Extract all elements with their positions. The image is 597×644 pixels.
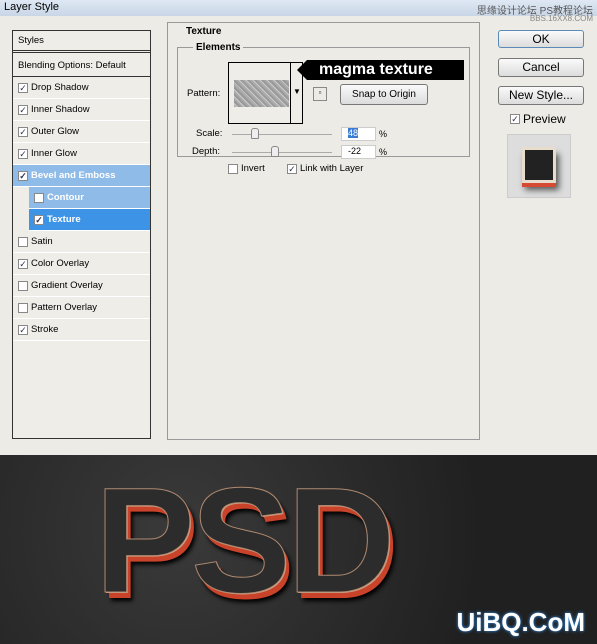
ok-button[interactable]: OK (498, 30, 584, 48)
style-item-inner-glow[interactable]: ✓ Inner Glow (13, 143, 150, 165)
style-item-label: Bevel and Emboss (31, 170, 116, 181)
style-item-label: Color Overlay (31, 258, 90, 269)
depth-slider-thumb[interactable] (271, 146, 279, 157)
style-item-pattern-overlay[interactable]: Pattern Overlay (13, 297, 150, 319)
pattern-label: Pattern: (187, 88, 221, 99)
style-item-label: Satin (31, 236, 53, 247)
artwork-preview: PSD UiBQ.CoM (0, 455, 597, 644)
checkbox[interactable] (34, 192, 44, 203)
style-item-label: Texture (47, 214, 81, 225)
style-item-inner-shadow[interactable]: ✓ Inner Shadow (13, 99, 150, 121)
checkbox[interactable] (228, 163, 238, 174)
pattern-picker[interactable]: ▼ (228, 62, 303, 124)
watermark-url: BBS.16XX8.COM (529, 14, 593, 23)
style-item-label: Stroke (31, 324, 59, 335)
callout-label: magma texture (297, 60, 464, 80)
styles-list: Styles Blending Options: Default ✓ Drop S… (12, 30, 151, 439)
style-preview (507, 134, 571, 198)
checkbox[interactable]: ✓ (18, 258, 28, 269)
style-item-drop-shadow[interactable]: ✓ Drop Shadow (13, 77, 150, 99)
link-with-layer-checkbox[interactable]: ✓ Link with Layer (287, 163, 363, 174)
checkbox[interactable] (18, 236, 28, 247)
checkbox[interactable]: ✓ (18, 126, 28, 137)
depth-slider[interactable] (232, 152, 332, 153)
style-item-label: Contour (47, 192, 84, 203)
styles-header[interactable]: Styles (13, 31, 150, 53)
scale-label: Scale: (196, 128, 223, 139)
style-item-contour[interactable]: Contour (29, 187, 150, 209)
elements-heading: Elements (193, 42, 244, 53)
depth-label: Depth: (192, 146, 220, 157)
style-item-bevel-and-emboss[interactable]: ✓ Bevel and Emboss (13, 165, 150, 187)
texture-heading: Texture (183, 26, 225, 37)
style-item-stroke[interactable]: ✓ Stroke (13, 319, 150, 341)
style-item-label: Outer Glow (31, 126, 80, 137)
style-item-outer-glow[interactable]: ✓ Outer Glow (13, 121, 150, 143)
new-style-button[interactable]: New Style... (498, 86, 584, 105)
depth-input[interactable]: -22 (341, 145, 376, 159)
style-item-satin[interactable]: Satin (13, 231, 150, 253)
style-item-label: Inner Shadow (31, 104, 90, 115)
pattern-swatch (234, 80, 289, 107)
scale-slider-thumb[interactable] (251, 128, 259, 139)
checkbox[interactable] (18, 280, 28, 291)
check-icon[interactable]: ✓ (287, 163, 297, 174)
check-icon[interactable]: ✓ (510, 114, 520, 124)
depth-unit: % (379, 147, 388, 157)
psd-text-art: PSD (94, 456, 395, 624)
style-item-color-overlay[interactable]: ✓ Color Overlay (13, 253, 150, 275)
checkbox[interactable]: ✓ (18, 148, 28, 159)
scale-slider[interactable] (232, 134, 332, 135)
checkbox[interactable]: ✓ (18, 104, 28, 115)
style-item-label: Drop Shadow (31, 82, 89, 93)
scale-unit: % (379, 129, 388, 139)
checkbox[interactable]: ✓ (34, 214, 44, 225)
window-title: Layer Style (4, 1, 60, 13)
checkbox[interactable]: ✓ (18, 324, 28, 335)
style-item-texture[interactable]: ✓ Texture (29, 209, 150, 231)
blending-options[interactable]: Blending Options: Default (13, 55, 150, 77)
style-item-label: Pattern Overlay (31, 302, 97, 313)
scale-input[interactable]: 48 (341, 127, 376, 141)
checkbox[interactable] (18, 302, 28, 313)
site-watermark: UiBQ.CoM (456, 607, 585, 637)
cancel-button[interactable]: Cancel (498, 58, 584, 77)
checkbox[interactable]: ✓ (18, 170, 28, 181)
style-item-label: Inner Glow (31, 148, 77, 159)
preview-checkbox[interactable]: ✓ Preview (510, 112, 566, 126)
dropdown-arrow-icon[interactable]: ▼ (293, 87, 301, 96)
checkbox[interactable]: ✓ (18, 82, 28, 93)
new-preset-icon[interactable]: ▫ (313, 87, 327, 101)
snap-to-origin-button[interactable]: Snap to Origin (340, 84, 428, 105)
invert-checkbox[interactable]: Invert (228, 163, 265, 174)
style-item-label: Gradient Overlay (31, 280, 103, 291)
style-item-gradient-overlay[interactable]: Gradient Overlay (13, 275, 150, 297)
